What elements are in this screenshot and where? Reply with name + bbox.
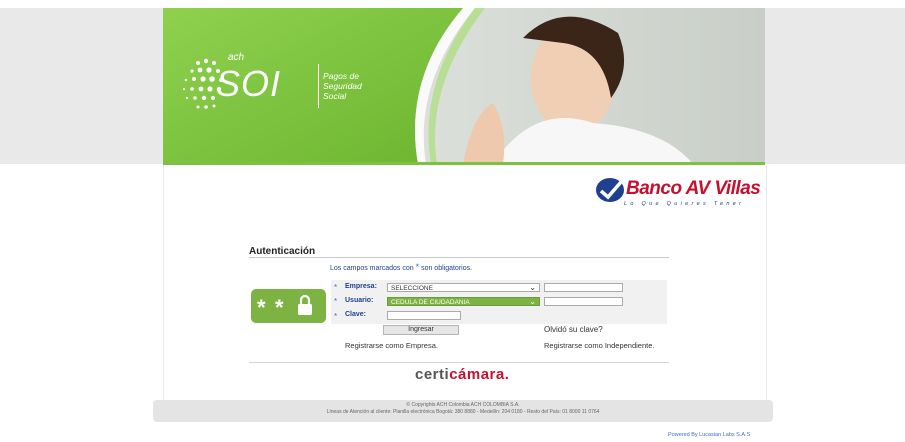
empresa-id-input[interactable]: [544, 283, 623, 292]
required-note-end: son obligatorios.: [421, 265, 473, 272]
register-independent-link[interactable]: Registrarse como Independiente.: [544, 341, 654, 350]
auth-title: Autenticación: [249, 246, 316, 257]
certicamara-logo-part1: certi: [415, 366, 450, 383]
login-button[interactable]: Ingresar: [383, 325, 459, 335]
forgot-password-link[interactable]: Olvidó su clave?: [544, 325, 603, 334]
password-lock-badge: * *: [251, 289, 326, 323]
chevron-down-icon: ⌄: [529, 283, 536, 292]
required-note-start: Los campos marcados con: [330, 265, 414, 272]
usuario-type-value: CEDULA DE CIUDADANIA: [391, 299, 470, 306]
chevron-down-icon: ⌄: [529, 297, 536, 306]
auth-divider: [249, 257, 669, 258]
powered-by-link[interactable]: Powered By Lucasian Labs S.A.S: [668, 432, 750, 438]
certicamara-logo-part2: cámara.: [449, 366, 510, 383]
bank-slogan: Lo Que Quieres Tener: [624, 201, 745, 207]
section-divider: [249, 362, 669, 363]
footer-contact: Líneas de Atención al cliente: Planilla …: [326, 409, 600, 415]
required-star-icon: *: [415, 262, 420, 272]
usuario-input[interactable]: [544, 297, 623, 306]
svg-text:*: *: [275, 295, 284, 320]
required-star-icon: *: [334, 283, 338, 292]
lock-icon: * *: [257, 294, 312, 320]
clave-label: Clave:: [345, 311, 367, 318]
ach-label: ach: [228, 52, 245, 63]
certicamara-logo: certicámara.: [415, 366, 509, 383]
svg-text:*: *: [257, 295, 266, 320]
required-note: Los campos marcados con * son obligatori…: [330, 262, 472, 272]
usuario-label: Usuario:: [345, 297, 374, 304]
empresa-select[interactable]: SELECCIONE ⌄: [387, 283, 540, 292]
logo-separator: [318, 64, 319, 108]
required-star-icon: *: [334, 312, 338, 321]
soi-tagline: Pagos de Seguridad Social: [323, 71, 362, 101]
footer-copyright: © Copyrights ACH Colombia ACH COLOMBIA S…: [406, 402, 520, 408]
empresa-value: SELECCIONE: [391, 285, 433, 292]
password-input[interactable]: [387, 311, 461, 320]
soi-logo-text: SOI: [216, 63, 282, 104]
required-star-icon: *: [334, 297, 338, 306]
usuario-type-select[interactable]: CEDULA DE CIUDADANIA ⌄: [387, 297, 540, 306]
bank-name: Banco AV Villas: [626, 178, 761, 199]
register-company-link[interactable]: Registrarse como Empresa.: [345, 341, 438, 350]
empresa-label: Empresa:: [345, 283, 377, 290]
